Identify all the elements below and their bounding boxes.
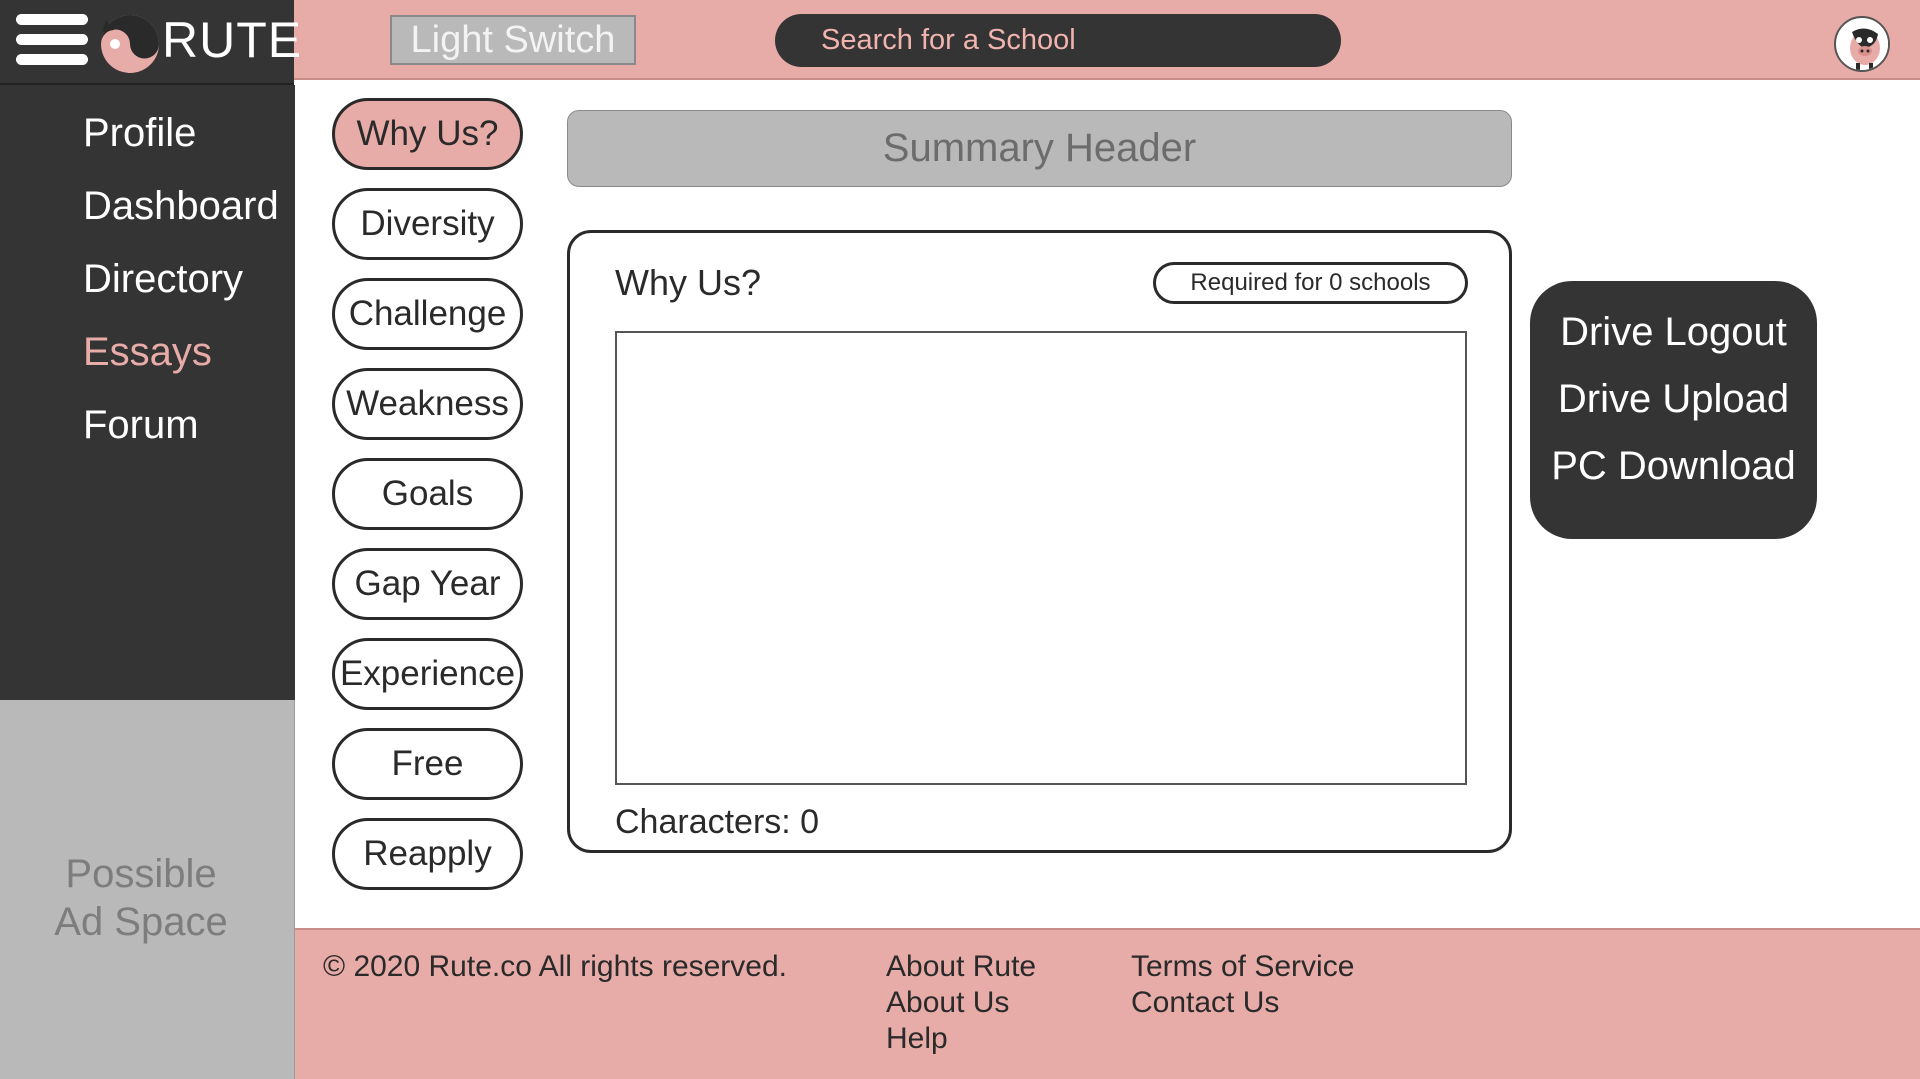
school-search-input[interactable]	[821, 24, 1301, 57]
topic-challenge-button[interactable]: Challenge	[332, 278, 523, 350]
sidebar-item-profile[interactable]: Profile	[83, 110, 196, 156]
topic-gap-year-button[interactable]: Gap Year	[332, 548, 523, 620]
essay-editor-card: Why Us? Required for 0 schools Character…	[567, 230, 1512, 853]
pig-yin-yang-logo-icon	[88, 10, 164, 74]
ad-space-line-1: Possible	[65, 852, 217, 896]
drive-logout-button[interactable]: Drive Logout	[1530, 309, 1817, 355]
essay-title: Why Us?	[615, 262, 762, 303]
topic-free-button[interactable]: Free	[332, 728, 523, 800]
footer-link-terms[interactable]: Terms of Service	[1131, 949, 1354, 985]
brand-area: RUTE	[0, 0, 301, 85]
essay-text-area[interactable]	[615, 331, 1467, 785]
drive-upload-button[interactable]: Drive Upload	[1530, 376, 1817, 422]
footer-copyright: © 2020 Rute.co All rights reserved.	[323, 950, 788, 983]
pc-download-button[interactable]: PC Download	[1530, 443, 1817, 489]
footer-link-help[interactable]: Help	[886, 1021, 948, 1057]
topic-why-us-button[interactable]: Why Us?	[332, 98, 523, 170]
drive-actions-panel: Drive Logout Drive Upload PC Download	[1530, 281, 1817, 539]
footer: © 2020 Rute.co All rights reserved. Abou…	[294, 928, 1920, 1079]
sidebar-item-forum[interactable]: Forum	[83, 402, 199, 448]
sidebar-item-dashboard[interactable]: Dashboard	[83, 183, 279, 229]
required-schools-badge[interactable]: Required for 0 schools	[1153, 262, 1468, 304]
footer-link-about-us[interactable]: About Us	[886, 985, 1009, 1021]
school-search-bar[interactable]	[775, 14, 1341, 67]
summary-header: Summary Header	[567, 110, 1512, 187]
ad-space-label: Possible Ad Space	[0, 850, 282, 946]
footer-link-contact[interactable]: Contact Us	[1131, 985, 1279, 1021]
topic-reapply-button[interactable]: Reapply	[332, 818, 523, 890]
topic-weakness-button[interactable]: Weakness	[332, 368, 523, 440]
ad-space-line-2: Ad Space	[54, 900, 228, 944]
topic-experience-button[interactable]: Experience	[332, 638, 523, 710]
topic-diversity-button[interactable]: Diversity	[332, 188, 523, 260]
hamburger-menu-icon[interactable]	[16, 14, 90, 66]
character-count: Characters: 0	[615, 803, 820, 841]
sidebar-item-essays[interactable]: Essays	[83, 329, 212, 375]
sidebar-item-directory[interactable]: Directory	[83, 256, 243, 302]
light-switch-button[interactable]: Light Switch	[390, 15, 636, 65]
sidebar-nav: Profile Dashboard Directory Essays Forum	[0, 85, 295, 700]
brand-name[interactable]: RUTE	[162, 12, 302, 68]
topic-goals-button[interactable]: Goals	[332, 458, 523, 530]
pig-avatar-icon[interactable]	[1834, 16, 1890, 72]
footer-link-about-rute[interactable]: About Rute	[886, 949, 1036, 985]
ad-space: Possible Ad Space	[0, 700, 295, 1079]
